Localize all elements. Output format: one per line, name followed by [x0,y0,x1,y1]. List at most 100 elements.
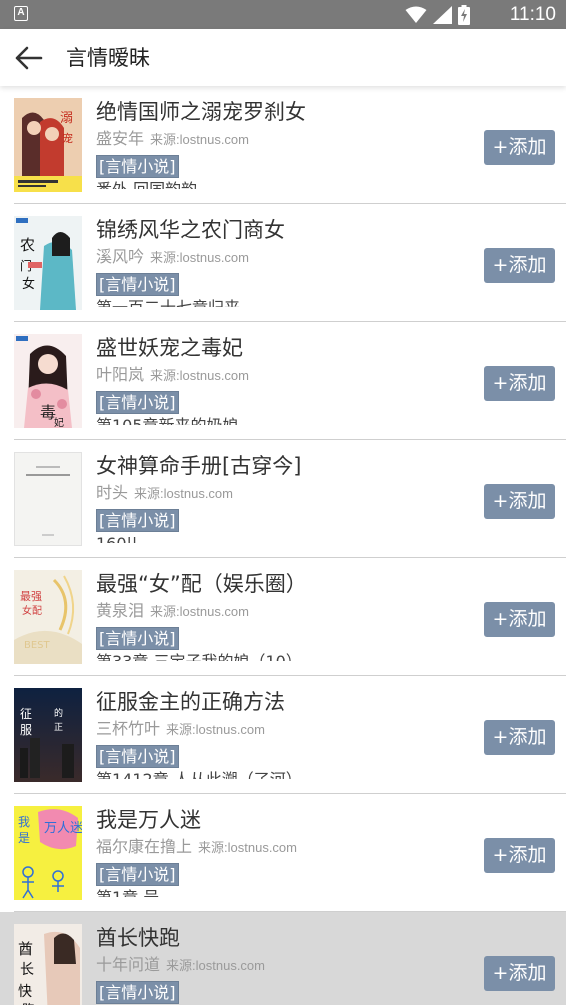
add-button[interactable]: +添加 [484,484,555,519]
svg-text:长: 长 [20,962,34,978]
book-cover: 最强 女配 BEST [14,570,82,664]
book-cover: 农 门 女 [14,216,82,310]
book-info: 我是万人迷 福尔康在撸上来源:lostnus.com [言情小说] 第1章 号 [96,805,476,897]
book-source: 来源:lostnus.com [134,486,233,501]
svg-text:服: 服 [20,723,32,737]
add-button[interactable]: +添加 [484,720,555,755]
book-source: 来源:lostnus.com [166,722,265,737]
book-author: 时头 [96,483,129,502]
svg-text:酋: 酋 [18,940,33,958]
svg-text:宠: 宠 [62,131,73,145]
category-tag: [言情小说] [96,509,179,532]
list-item[interactable]: 最强 女配 BEST 最强“女”配（娱乐圈） 黄泉泪 来源:lostnus.com… [0,558,566,676]
book-meta: 盛安年 来源:lostnus.com [96,128,476,150]
book-cover: 酋 长 快 跑 [14,924,82,1005]
list-item[interactable]: 溺 宠 绝情国师之溺宠罗刹女 盛安年 来源:lostnus.com [言情小说] … [0,86,566,204]
book-info: 酋长快跑 十年问道 来源:lostnus.com [言情小说] [96,923,476,1005]
svg-text:征: 征 [20,707,32,721]
book-meta: 三杯竹叶 来源:lostnus.com [96,718,476,740]
book-cover: 溺 宠 [14,98,82,192]
add-button[interactable]: +添加 [484,130,555,165]
add-button[interactable]: +添加 [484,366,555,401]
book-author: 十年问道 [96,955,161,974]
svg-text:最强: 最强 [20,590,42,603]
add-button[interactable]: +添加 [484,602,555,637]
svg-text:是: 是 [18,831,30,845]
add-button[interactable]: +添加 [484,838,555,873]
list-item[interactable]: 农 门 女 锦绣风华之农门商女 溪风吟 来源:lostnus.com [言情小说]… [0,204,566,322]
list-item[interactable]: 毒 妃 盛世妖宠之毒妃 叶阳岚来源:lostnus.com [言情小说] 第10… [0,322,566,440]
svg-text:万人迷: 万人迷 [44,821,82,836]
book-meta: 溪风吟 来源:lostnus.com [96,246,476,268]
book-source: 来源:lostnus.com [150,132,249,147]
page-title: 言情暧昧 [66,46,150,70]
book-cover: 毒 妃 [14,334,82,428]
latest-chapter: 第105章新来的奶娘 [96,415,476,425]
book-info: 女神算命手册[古穿今] 时头来源:lostnus.com [言情小说] 160|… [96,451,476,543]
category-tag: [言情小说] [96,863,179,886]
list-item[interactable]: 我 是 万人迷 我是万人迷 福尔康在撸上 来源:lostnus.com [言情小说… [0,794,566,912]
signal-icon [433,5,452,24]
book-info: 最强“女”配（娱乐圈） 黄泉泪来源:lostnus.com [言情小说] 第33… [96,569,476,661]
svg-text:我: 我 [18,815,30,829]
book-info: 锦绣风华之农门商女 溪风吟来源:lostnus.com [言情小说] 第一百二十… [96,215,476,307]
category-tag: [言情小说] [96,273,179,296]
svg-text:女配: 女配 [22,604,42,617]
category-tag: [言情小说] [96,745,179,768]
list-item[interactable]: 征 服 的 正 征服金主的正确方法 三杯竹叶 来源:lostnus.com [言情… [0,676,566,794]
latest-chapter: 第1412章 人从此溯（了河） [96,769,476,779]
book-list[interactable]: 溺 宠 绝情国师之溺宠罗刹女 盛安年 来源:lostnus.com [言情小说] … [0,86,566,1005]
category-tag: [言情小说] [96,391,179,414]
book-title: 盛世妖宠之毒妃 [96,336,243,360]
add-button[interactable]: +添加 [484,248,555,283]
book-source: 来源:lostnus.com [150,368,249,383]
svg-text:的: 的 [54,707,63,719]
book-info: 绝情国师之溺宠罗刹女 盛安年来源:lostnus.com [言情小说] 番外 回… [96,97,476,189]
status-time: 11:10 [509,4,556,25]
svg-text:女: 女 [22,276,35,292]
book-info: 征服金主的正确方法 三杯竹叶来源:lostnus.com [言情小说] 第141… [96,687,476,779]
svg-text:BEST: BEST [24,640,51,651]
list-item[interactable]: 女神算命手册[古穿今] 时头来源:lostnus.com [言情小说] 160|… [0,440,566,558]
arrow-left-icon [15,46,43,70]
back-button[interactable] [14,44,44,72]
book-title: 锦绣风华之农门商女 [96,218,285,242]
latest-chapter: 番外 回国韵韵 [96,179,476,189]
latest-chapter: 第1章 号 [96,887,476,897]
book-author: 溪风吟 [96,247,145,266]
book-title: 酋长快跑 [96,926,180,950]
book-author: 盛安年 [96,129,145,148]
book-cover: 我 是 万人迷 [14,806,82,900]
latest-chapter: 第一百二十七章归来 [96,297,476,307]
a-notification-icon: A [14,6,28,21]
book-title: 绝情国师之溺宠罗刹女 [96,100,306,124]
category-tag: [言情小说] [96,155,179,178]
svg-text:农: 农 [20,236,35,254]
svg-text:快: 快 [18,984,32,1000]
book-author: 三杯竹叶 [96,719,161,738]
book-meta: 黄泉泪 来源:lostnus.com [96,600,476,622]
svg-text:正: 正 [54,723,63,733]
book-list-inner: 溺 宠 绝情国师之溺宠罗刹女 盛安年 来源:lostnus.com [言情小说] … [0,86,566,1005]
app-bar: 言情暧昧 [0,29,566,86]
category-tag: [言情小说] [96,627,179,650]
book-info: 盛世妖宠之毒妃 叶阳岚来源:lostnus.com [言情小说] 第105章新来… [96,333,476,425]
book-source: 来源:lostnus.com [150,250,249,265]
latest-chapter: 第33章 三宝子我的娘（10） [96,651,476,661]
add-button[interactable]: +添加 [484,956,555,991]
latest-chapter: 160|| [96,533,476,543]
book-title: 女神算命手册[古穿今] [96,454,302,478]
book-source: 来源:lostnus.com [150,604,249,619]
list-item[interactable]: 酋 长 快 跑 酋长快跑 十年问道来源:lostnus.com [言情小说] +… [0,912,566,1005]
svg-text:溺: 溺 [60,111,73,126]
book-meta: 叶阳岚 来源:lostnus.com [96,364,476,386]
book-title: 我是万人迷 [96,808,201,832]
book-meta: 福尔康在撸上 来源:lostnus.com [96,836,476,858]
book-meta: 十年问道 来源:lostnus.com [96,954,476,976]
book-title: 征服金主的正确方法 [96,690,285,714]
book-author: 福尔康在撸上 [96,837,193,856]
svg-text:妃: 妃 [54,417,64,428]
book-title: 最强“女”配（娱乐圈） [96,572,307,596]
status-bar: A 11:10 [0,0,566,29]
book-source: 来源:lostnus.com [166,958,265,973]
